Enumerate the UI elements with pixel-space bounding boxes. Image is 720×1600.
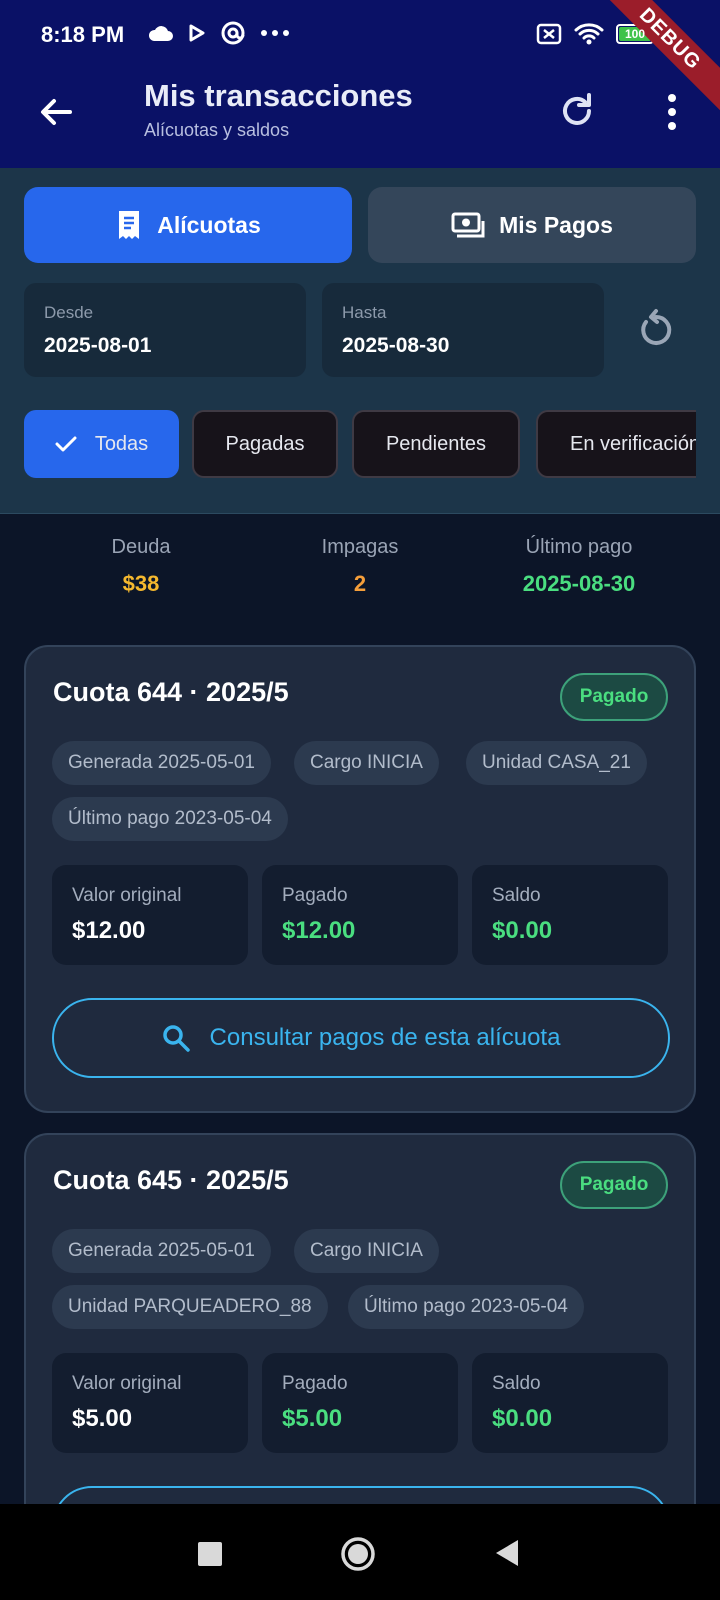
status-filter-chips: Todas Pagadas Pendientes En verificación xyxy=(24,410,696,480)
status-bar: 8:18 PM 100 DEBUG xyxy=(0,0,720,114)
refresh-icon[interactable] xyxy=(554,88,600,134)
metric-label: Valor original xyxy=(72,885,182,906)
tag-last-payment: Último pago 2023-05-04 xyxy=(348,1285,584,1329)
summary-debt-label: Deuda xyxy=(111,536,171,558)
tag-last-payment: Último pago 2023-05-04 xyxy=(52,797,288,841)
receipt-icon xyxy=(119,211,140,239)
summary-last-payment-value: 2025-08-30 xyxy=(522,571,636,596)
metric-paid: Pagado $5.00 xyxy=(262,1353,458,1453)
metric-value: $0.00 xyxy=(492,1405,553,1432)
metric-original-value: Valor original $5.00 xyxy=(52,1353,248,1453)
tag-unit: Unidad CASA_21 xyxy=(466,741,647,785)
date-from-label: Desde xyxy=(44,303,94,322)
summary-unpaid-value: 2 xyxy=(353,571,367,596)
date-to-value: 2025-08-30 xyxy=(342,334,450,357)
metric-label: Pagado xyxy=(282,885,348,906)
tag-unit: Unidad PARQUEADERO_88 xyxy=(52,1285,328,1329)
metric-value: $0.00 xyxy=(492,917,553,944)
filter-chip-label: En verificación xyxy=(570,432,696,455)
metric-paid: Pagado $12.00 xyxy=(262,865,458,965)
status-badge: Pagado xyxy=(560,673,668,721)
metric-original-value: Valor original $12.00 xyxy=(52,865,248,965)
filter-chip-todas[interactable]: Todas xyxy=(24,410,179,478)
recents-icon[interactable] xyxy=(198,1542,222,1566)
metric-value: $5.00 xyxy=(282,1405,343,1432)
page-subtitle: Alícuotas y saldos xyxy=(144,120,290,140)
home-icon[interactable] xyxy=(340,1536,376,1572)
no-sim-icon xyxy=(536,23,562,45)
more-dots-icon xyxy=(261,30,289,36)
nav-back-icon[interactable] xyxy=(494,1538,520,1568)
date-from-field[interactable]: Desde 2025-08-01 xyxy=(24,283,306,377)
debt-summary: Deuda $38 Impagas 2 Último pago 2025-08-… xyxy=(0,514,720,624)
filter-chip-pagadas[interactable]: Pagadas xyxy=(192,410,338,478)
metric-label: Saldo xyxy=(492,885,541,906)
quota-title: Cuota 645 · 2025/5 xyxy=(53,1165,289,1195)
cloud-icon xyxy=(148,26,173,41)
money-icon xyxy=(451,212,485,238)
date-from-value: 2025-08-01 xyxy=(44,334,152,357)
metric-label: Saldo xyxy=(492,1373,541,1394)
play-icon xyxy=(189,24,205,42)
metric-balance: Saldo $0.00 xyxy=(472,865,668,965)
tag-charge: Cargo INICIA xyxy=(294,1229,439,1273)
tag-charge: Cargo INICIA xyxy=(294,741,439,785)
summary-debt: Deuda $38 xyxy=(31,536,251,597)
tab-mis-pagos[interactable]: Mis Pagos xyxy=(368,187,696,263)
quota-card: Cuota 644 · 2025/5 Pagado Generada 2025-… xyxy=(24,645,696,1113)
search-icon xyxy=(162,1025,190,1052)
app-header: 8:18 PM 100 DEBUG Mis transacciones Alíc… xyxy=(0,0,720,168)
summary-unpaid-label: Impagas xyxy=(321,536,399,558)
system-nav-bar xyxy=(0,1504,720,1600)
consult-payments-label: Consultar pagos de esta alícuota xyxy=(209,1024,561,1051)
date-to-field[interactable]: Hasta 2025-08-30 xyxy=(322,283,604,377)
filter-chip-pendientes[interactable]: Pendientes xyxy=(352,410,520,478)
tag-generated: Generada 2025-05-01 xyxy=(52,741,271,785)
metric-label: Pagado xyxy=(282,1373,348,1394)
tab-alicuotas-label: Alícuotas xyxy=(157,211,261,238)
metric-value: $12.00 xyxy=(72,917,146,944)
tab-mis-pagos-label: Mis Pagos xyxy=(499,211,613,238)
metric-value: $12.00 xyxy=(282,917,356,944)
filter-panel: Alícuotas Mis Pagos Desde 2025-08-01 Has… xyxy=(0,168,720,514)
summary-unpaid: Impagas 2 xyxy=(250,536,470,597)
metric-value: $5.00 xyxy=(72,1405,133,1432)
at-icon xyxy=(221,21,245,45)
filter-chip-label: Pagadas xyxy=(225,432,305,455)
metric-balance: Saldo $0.00 xyxy=(472,1353,668,1453)
tab-alicuotas[interactable]: Alícuotas xyxy=(24,187,352,263)
page-title: Mis transacciones xyxy=(144,78,413,113)
metric-label: Valor original xyxy=(72,1373,182,1394)
more-vert-icon[interactable] xyxy=(660,90,684,134)
quota-card: Cuota 645 · 2025/5 Pagado Generada 2025-… xyxy=(24,1133,696,1553)
filter-chip-label: Pendientes xyxy=(385,432,487,455)
restart-icon[interactable] xyxy=(634,308,678,352)
filter-chip-label: Todas xyxy=(94,432,149,455)
back-arrow-icon[interactable] xyxy=(34,90,78,134)
check-icon xyxy=(55,436,77,452)
tag-generated: Generada 2025-05-01 xyxy=(52,1229,271,1273)
summary-debt-value: $38 xyxy=(122,571,160,596)
filter-chip-en-verificacion[interactable]: En verificación xyxy=(536,410,696,478)
quota-title: Cuota 644 · 2025/5 xyxy=(53,677,289,707)
status-badge: Pagado xyxy=(560,1161,668,1209)
battery-level: 100 xyxy=(624,27,646,41)
wifi-icon xyxy=(574,23,604,45)
summary-last-payment: Último pago 2025-08-30 xyxy=(469,536,689,597)
summary-last-payment-label: Último pago xyxy=(525,536,633,558)
status-time: 8:18 PM xyxy=(41,22,125,47)
date-to-label: Hasta xyxy=(342,303,387,322)
consult-payments-button[interactable]: Consultar pagos de esta alícuota xyxy=(52,998,670,1078)
debug-banner: DEBUG xyxy=(595,0,720,114)
